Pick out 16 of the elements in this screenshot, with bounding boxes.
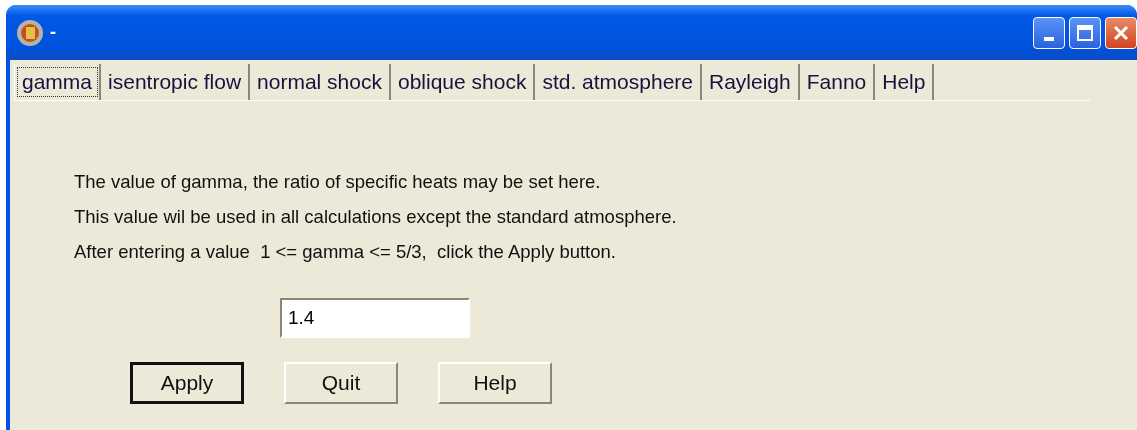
app-icon — [16, 18, 44, 47]
instruction-text: The value of gamma, the ratio of specific heats may be set here. — [74, 171, 602, 193]
instruction-text: This value wil be used in all calculations except the standard atmosphere. — [74, 206, 678, 228]
apply-button[interactable]: Apply — [130, 362, 244, 404]
tab[interactable]: gamma — [14, 64, 102, 100]
minimize-icon — [1044, 36, 1054, 41]
close-button[interactable] — [1105, 16, 1137, 49]
help-button[interactable]: Help — [438, 362, 552, 404]
maximize-icon — [1076, 23, 1094, 42]
minimize-button[interactable] — [1033, 16, 1065, 49]
gamma-input-field[interactable]: 1.4 — [280, 298, 470, 338]
maximize-button[interactable] — [1069, 16, 1101, 49]
instruction-text: After entering a value 1 <= gamma <= 5/3, click the Apply button. — [74, 241, 617, 263]
quit-button[interactable]: Quit — [284, 362, 398, 404]
close-icon — [1112, 23, 1130, 42]
window-title: - — [50, 22, 56, 43]
